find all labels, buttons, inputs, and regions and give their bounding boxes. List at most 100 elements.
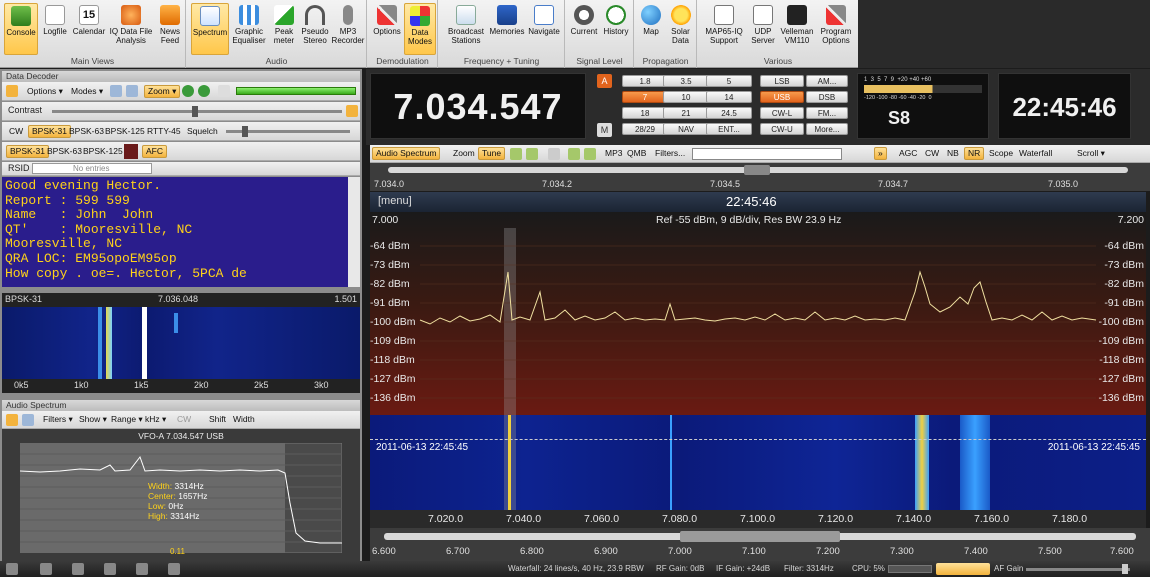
tab-bpsk-31[interactable]: BPSK-31: [28, 125, 71, 138]
subtab-bpsk-31[interactable]: BPSK-31: [6, 145, 49, 158]
news-feed-button[interactable]: News Feed: [156, 3, 184, 55]
audio-range-menu[interactable]: Range ▾: [108, 413, 146, 426]
solar-data-button[interactable]: Solar Data: [666, 3, 695, 55]
vfo-a-button[interactable]: A: [597, 74, 612, 88]
back-icon[interactable]: [182, 85, 194, 97]
band-21-button[interactable]: 21: [663, 107, 709, 119]
pseudo-stereo-button[interactable]: Pseudo Stereo: [300, 3, 330, 55]
scope-button[interactable]: Scope: [986, 147, 1016, 160]
cw-button[interactable]: CW: [922, 147, 942, 160]
af-gain-slider[interactable]: [1026, 568, 1130, 571]
decoder-text-area[interactable]: Good evening Hector. Report : 599 599 Na…: [2, 177, 348, 287]
undo-icon[interactable]: [136, 563, 148, 575]
decoder-options-menu[interactable]: Options ▾: [24, 85, 66, 98]
qmb-button[interactable]: QMB: [624, 147, 649, 160]
mode-dsb-button[interactable]: DSB: [806, 91, 848, 103]
contrast-apply-icon[interactable]: [346, 105, 358, 117]
copy-icon[interactable]: [110, 85, 122, 97]
audio-show-menu[interactable]: Show ▾: [76, 413, 110, 426]
audio-spectrum-display[interactable]: VFO-A 7.034.547 USB Width: 3314Hz Center…: [2, 429, 360, 561]
save-icon[interactable]: [126, 85, 138, 97]
map65-iq-support-button[interactable]: MAP65-IQ Support: [700, 3, 748, 55]
exit-icon[interactable]: [6, 563, 18, 575]
graphic-equaliser-button[interactable]: Graphic Equaliser: [231, 3, 267, 55]
audio-shift-button[interactable]: Shift: [206, 413, 229, 426]
back-icon[interactable]: [526, 148, 538, 160]
decoder-waterfall[interactable]: [2, 307, 360, 379]
ent-button[interactable]: ENT...: [706, 123, 752, 135]
band-28-29-button[interactable]: 28/29: [622, 123, 668, 135]
contrast-slider-thumb[interactable]: [192, 106, 198, 117]
band-3-5-button[interactable]: 3.5: [663, 75, 709, 87]
af-gain-slider-thumb[interactable]: [1122, 564, 1128, 574]
spectrum-zoom-button[interactable]: Zoom: [450, 147, 478, 160]
audio-filters-menu[interactable]: Filters ▾: [40, 413, 76, 426]
step-back-icon[interactable]: [510, 148, 522, 160]
audio-pause-icon[interactable]: [22, 414, 34, 426]
rsid-entries[interactable]: No entries: [32, 163, 152, 174]
map-button[interactable]: Map: [637, 3, 665, 55]
data-modes-button[interactable]: Data Modes: [404, 3, 436, 55]
mode-cw-l-button[interactable]: CW-L: [760, 107, 804, 119]
nr-button[interactable]: NR: [964, 147, 985, 160]
band-10-button[interactable]: 10: [663, 91, 709, 103]
tune-button[interactable]: Tune: [478, 147, 506, 160]
volume-icon[interactable]: [936, 563, 990, 575]
logfile-button[interactable]: Logfile: [40, 3, 70, 55]
waterfall-button[interactable]: Waterfall: [1016, 147, 1055, 160]
tab-bpsk-63[interactable]: BPSK-63: [66, 125, 107, 138]
program-options-button[interactable]: Program Options: [816, 3, 856, 55]
audio-play-icon[interactable]: [6, 414, 18, 426]
main-waterfall[interactable]: 2011-06-13 22:45:45 2011-06-13 22:45:45: [370, 415, 1146, 510]
scroll-right-button[interactable]: »: [874, 147, 887, 160]
band-7-button[interactable]: 7: [622, 91, 668, 103]
step-forward-icon[interactable]: [584, 148, 596, 160]
filters-button[interactable]: Filters...: [652, 147, 688, 160]
main-spectrum-plot[interactable]: 7.000 Ref -55 dBm, 9 dB/div, Res BW 23.9…: [370, 212, 1146, 415]
iq-data-file-analysis-button[interactable]: IQ Data File Analysis: [107, 3, 155, 55]
mode-am-button[interactable]: AM...: [806, 75, 848, 87]
eraser-icon[interactable]: [218, 85, 230, 97]
history-button[interactable]: History: [600, 3, 632, 55]
record-icon[interactable]: [104, 563, 116, 575]
band-scale-thumb[interactable]: [680, 531, 840, 542]
audio-width-button[interactable]: Width: [230, 413, 258, 426]
nb-button[interactable]: NB: [944, 147, 962, 160]
squelch-slider-thumb[interactable]: [242, 126, 248, 137]
fine-scale-thumb[interactable]: [744, 165, 770, 175]
scroll-menu[interactable]: Scroll ▾: [1074, 147, 1108, 160]
nav-button[interactable]: NAV: [663, 123, 709, 135]
band-scale[interactable]: 6.600 6.700 6.800 6.900 7.000 7.100 7.20…: [370, 528, 1150, 561]
tab-rtty-45[interactable]: RTTY-45: [144, 125, 184, 138]
decoder-zoom-button[interactable]: Zoom ▾: [144, 85, 181, 98]
console-button[interactable]: Console: [4, 3, 38, 55]
broadcast-stations-button[interactable]: Broadcast Stations: [443, 3, 489, 55]
subtab-bpsk-63[interactable]: BPSK-63: [44, 145, 85, 158]
navigate-button[interactable]: Navigate: [525, 3, 563, 55]
agc-button[interactable]: AGC: [896, 147, 920, 160]
audio-khz-menu[interactable]: kHz ▾: [142, 413, 169, 426]
more-modes-button[interactable]: More...: [806, 123, 848, 135]
udp-server-button[interactable]: UDP Server: [748, 3, 778, 55]
band-18-button[interactable]: 18: [622, 107, 668, 119]
mp3-recorder-button[interactable]: MP3 Recorder: [331, 3, 365, 55]
mode-fm-button[interactable]: FM...: [806, 107, 848, 119]
forward-icon[interactable]: [198, 85, 210, 97]
vfo-frequency-display[interactable]: 7.034.547: [370, 73, 586, 139]
stop-icon[interactable]: [168, 563, 180, 575]
options-button[interactable]: Options: [372, 3, 402, 55]
frequency-scale[interactable]: 7.020.0 7.040.0 7.060.0 7.080.0 7.100.0 …: [370, 510, 1146, 528]
decoder-scrollbar[interactable]: [348, 177, 360, 287]
spectrum-scroll-track[interactable]: [692, 148, 842, 160]
audio-spectrum-button[interactable]: Audio Spectrum: [372, 147, 441, 160]
audio-cw-button[interactable]: CW: [174, 413, 194, 426]
mic-icon[interactable]: [72, 563, 84, 575]
forward-icon[interactable]: [568, 148, 580, 160]
band-14-button[interactable]: 14: [706, 91, 752, 103]
memories-button[interactable]: Memories: [489, 3, 525, 55]
decoder-modes-menu[interactable]: Modes ▾: [68, 85, 106, 98]
band-5-button[interactable]: 5: [706, 75, 752, 87]
pause-icon[interactable]: [40, 563, 52, 575]
band-1-8-button[interactable]: 1.8: [622, 75, 668, 87]
center-icon[interactable]: [548, 148, 560, 160]
